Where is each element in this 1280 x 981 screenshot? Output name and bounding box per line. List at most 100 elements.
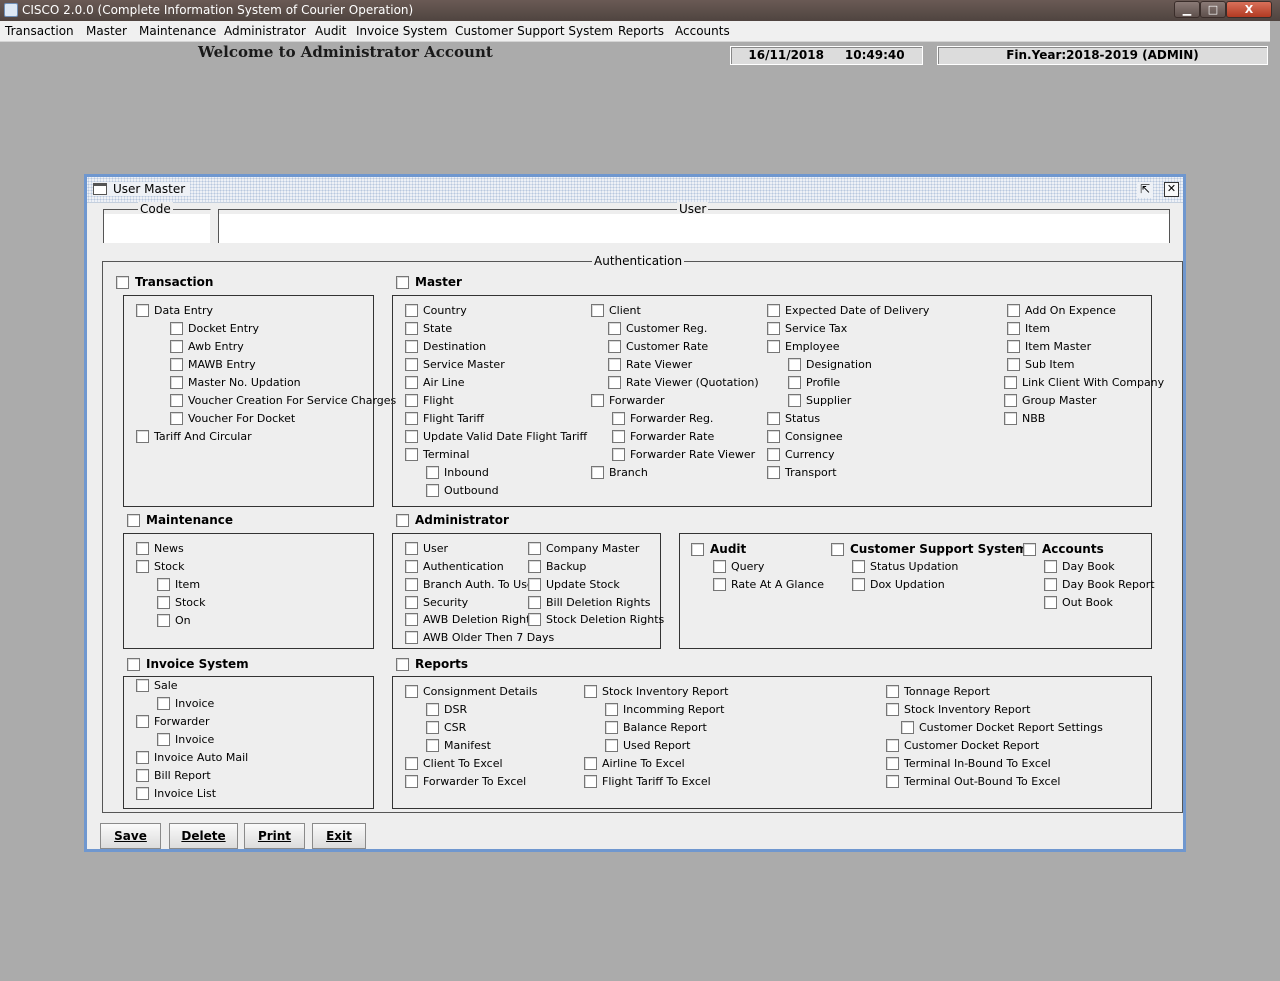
master-forwarder-rate-checkbox[interactable]: Forwarder Rate (612, 430, 714, 443)
invoice-bill-report-checkbox[interactable]: Bill Report (136, 769, 211, 782)
menu-audit[interactable]: Audit (315, 24, 346, 38)
admin-authentication-checkbox[interactable]: Authentication (405, 560, 504, 573)
maintenance-stock-checkbox[interactable]: Stock (136, 560, 184, 573)
master-forwarder-reg-checkbox[interactable]: Forwarder Reg. (612, 412, 713, 425)
transaction-data-entry-checkbox[interactable]: Data Entry (136, 304, 213, 317)
admin-user-checkbox[interactable]: User (405, 542, 448, 555)
support-dox-updation-checkbox[interactable]: Dox Updation (852, 578, 945, 591)
master-branch-checkbox[interactable]: Branch (591, 466, 648, 479)
master-item-checkbox[interactable]: Item (1007, 322, 1050, 335)
invoice-sale-invoice-checkbox[interactable]: Invoice (157, 697, 214, 710)
invoice-list-checkbox[interactable]: Invoice List (136, 787, 216, 800)
maintenance-stock-stock-checkbox[interactable]: Stock (157, 596, 205, 609)
master-destination-checkbox[interactable]: Destination (405, 340, 486, 353)
maintenance-news-checkbox[interactable]: News (136, 542, 184, 555)
master-supplier-checkbox[interactable]: Supplier (788, 394, 851, 407)
master-add-on-expence-checkbox[interactable]: Add On Expence (1007, 304, 1116, 317)
menu-reports[interactable]: Reports (618, 24, 664, 38)
menu-master[interactable]: Master (86, 24, 127, 38)
master-nbb-checkbox[interactable]: NBB (1004, 412, 1045, 425)
support-status-updation-checkbox[interactable]: Status Updation (852, 560, 958, 573)
admin-awb-deletion-rights-checkbox[interactable]: AWB Deletion Rights (405, 613, 536, 626)
transaction-checkbox[interactable]: Transaction (116, 275, 213, 289)
master-employee-checkbox[interactable]: Employee (767, 340, 839, 353)
master-air-line-checkbox[interactable]: Air Line (405, 376, 465, 389)
master-rate-viewer-quotation-checkbox[interactable]: Rate Viewer (Quotation) (608, 376, 759, 389)
reports-incomming-checkbox[interactable]: Incomming Report (605, 703, 724, 716)
reports-terminal-inbound-excel-checkbox[interactable]: Terminal In-Bound To Excel (886, 757, 1051, 770)
admin-update-stock-checkbox[interactable]: Update Stock (528, 578, 620, 591)
delete-button[interactable]: Delete (169, 823, 238, 849)
reports-customer-docket-settings-checkbox[interactable]: Customer Docket Report Settings (901, 721, 1103, 734)
admin-stock-deletion-rights-checkbox[interactable]: Stock Deletion Rights (528, 613, 664, 626)
menu-maintenance[interactable]: Maintenance (139, 24, 216, 38)
reports-stock-inventory-checkbox[interactable]: Stock Inventory Report (584, 685, 728, 698)
master-service-tax-checkbox[interactable]: Service Tax (767, 322, 847, 335)
admin-awb-older-7-days-checkbox[interactable]: AWB Older Then 7 Days (405, 631, 554, 644)
master-rate-viewer-checkbox[interactable]: Rate Viewer (608, 358, 692, 371)
maintenance-stock-on-checkbox[interactable]: On (157, 614, 191, 627)
administrator-checkbox[interactable]: Administrator (396, 513, 509, 527)
admin-security-checkbox[interactable]: Security (405, 596, 468, 609)
reports-airline-to-excel-checkbox[interactable]: Airline To Excel (584, 757, 685, 770)
menu-accounts[interactable]: Accounts (675, 24, 730, 38)
frame-title-bar[interactable]: User Master ⇱ ✕ (87, 177, 1183, 203)
accounts-checkbox[interactable]: Accounts (1023, 542, 1104, 556)
audit-rate-at-a-glance-checkbox[interactable]: Rate At A Glance (713, 578, 824, 591)
master-checkbox[interactable]: Master (396, 275, 462, 289)
master-country-checkbox[interactable]: Country (405, 304, 467, 317)
accounts-day-book-checkbox[interactable]: Day Book (1044, 560, 1115, 573)
master-consignee-checkbox[interactable]: Consignee (767, 430, 843, 443)
accounts-day-book-report-checkbox[interactable]: Day Book Report (1044, 578, 1155, 591)
reports-client-to-excel-checkbox[interactable]: Client To Excel (405, 757, 503, 770)
master-state-checkbox[interactable]: State (405, 322, 452, 335)
transaction-tariff-circular-checkbox[interactable]: Tariff And Circular (136, 430, 252, 443)
master-designation-checkbox[interactable]: Designation (788, 358, 872, 371)
reports-terminal-outbound-excel-checkbox[interactable]: Terminal Out-Bound To Excel (886, 775, 1060, 788)
master-update-valid-date-flight-tariff-checkbox[interactable]: Update Valid Date Flight Tariff (405, 430, 587, 443)
menu-transaction[interactable]: Transaction (5, 24, 74, 38)
exit-button[interactable]: Exit (312, 823, 366, 849)
menu-customer-support-system[interactable]: Customer Support System (455, 24, 613, 38)
reports-used-checkbox[interactable]: Used Report (605, 739, 691, 752)
code-input[interactable] (104, 214, 210, 243)
master-profile-checkbox[interactable]: Profile (788, 376, 840, 389)
master-flight-checkbox[interactable]: Flight (405, 394, 454, 407)
reports-manifest-checkbox[interactable]: Manifest (426, 739, 491, 752)
close-button[interactable]: X (1226, 1, 1272, 18)
master-outbound-checkbox[interactable]: Outbound (426, 484, 499, 497)
master-expected-date-delivery-checkbox[interactable]: Expected Date of Delivery (767, 304, 929, 317)
master-link-client-company-checkbox[interactable]: Link Client With Company (1004, 376, 1164, 389)
master-group-master-checkbox[interactable]: Group Master (1004, 394, 1097, 407)
user-input[interactable] (219, 214, 1169, 243)
transaction-voucher-for-docket-checkbox[interactable]: Voucher For Docket (170, 412, 295, 425)
transaction-master-no-updation-checkbox[interactable]: Master No. Updation (170, 376, 301, 389)
master-transport-checkbox[interactable]: Transport (767, 466, 837, 479)
close-icon[interactable]: ✕ (1164, 182, 1179, 197)
reports-flight-tariff-to-excel-checkbox[interactable]: Flight Tariff To Excel (584, 775, 711, 788)
invoice-forwarder-invoice-checkbox[interactable]: Invoice (157, 733, 214, 746)
master-status-checkbox[interactable]: Status (767, 412, 820, 425)
customer-support-checkbox[interactable]: Customer Support System (831, 542, 1028, 556)
accounts-out-book-checkbox[interactable]: Out Book (1044, 596, 1113, 609)
reports-forwarder-to-excel-checkbox[interactable]: Forwarder To Excel (405, 775, 526, 788)
reports-balance-checkbox[interactable]: Balance Report (605, 721, 707, 734)
invoice-system-checkbox[interactable]: Invoice System (127, 657, 249, 671)
reports-consignment-details-checkbox[interactable]: Consignment Details (405, 685, 538, 698)
reports-checkbox[interactable]: Reports (396, 657, 468, 671)
admin-bill-deletion-rights-checkbox[interactable]: Bill Deletion Rights (528, 596, 651, 609)
transaction-voucher-service-charges-checkbox[interactable]: Voucher Creation For Service Charges (170, 394, 396, 407)
menu-invoice-system[interactable]: Invoice System (356, 24, 447, 38)
invoice-forwarder-checkbox[interactable]: Forwarder (136, 715, 210, 728)
transaction-awb-entry-checkbox[interactable]: Awb Entry (170, 340, 244, 353)
audit-checkbox[interactable]: Audit (691, 542, 746, 556)
transaction-docket-entry-checkbox[interactable]: Docket Entry (170, 322, 259, 335)
reports-dsr-checkbox[interactable]: DSR (426, 703, 467, 716)
master-currency-checkbox[interactable]: Currency (767, 448, 835, 461)
reports-stock-inventory-2-checkbox[interactable]: Stock Inventory Report (886, 703, 1030, 716)
master-forwarder-rate-viewer-checkbox[interactable]: Forwarder Rate Viewer (612, 448, 755, 461)
master-client-checkbox[interactable]: Client (591, 304, 641, 317)
save-button[interactable]: Save (100, 823, 161, 849)
master-customer-rate-checkbox[interactable]: Customer Rate (608, 340, 708, 353)
master-customer-reg-checkbox[interactable]: Customer Reg. (608, 322, 707, 335)
